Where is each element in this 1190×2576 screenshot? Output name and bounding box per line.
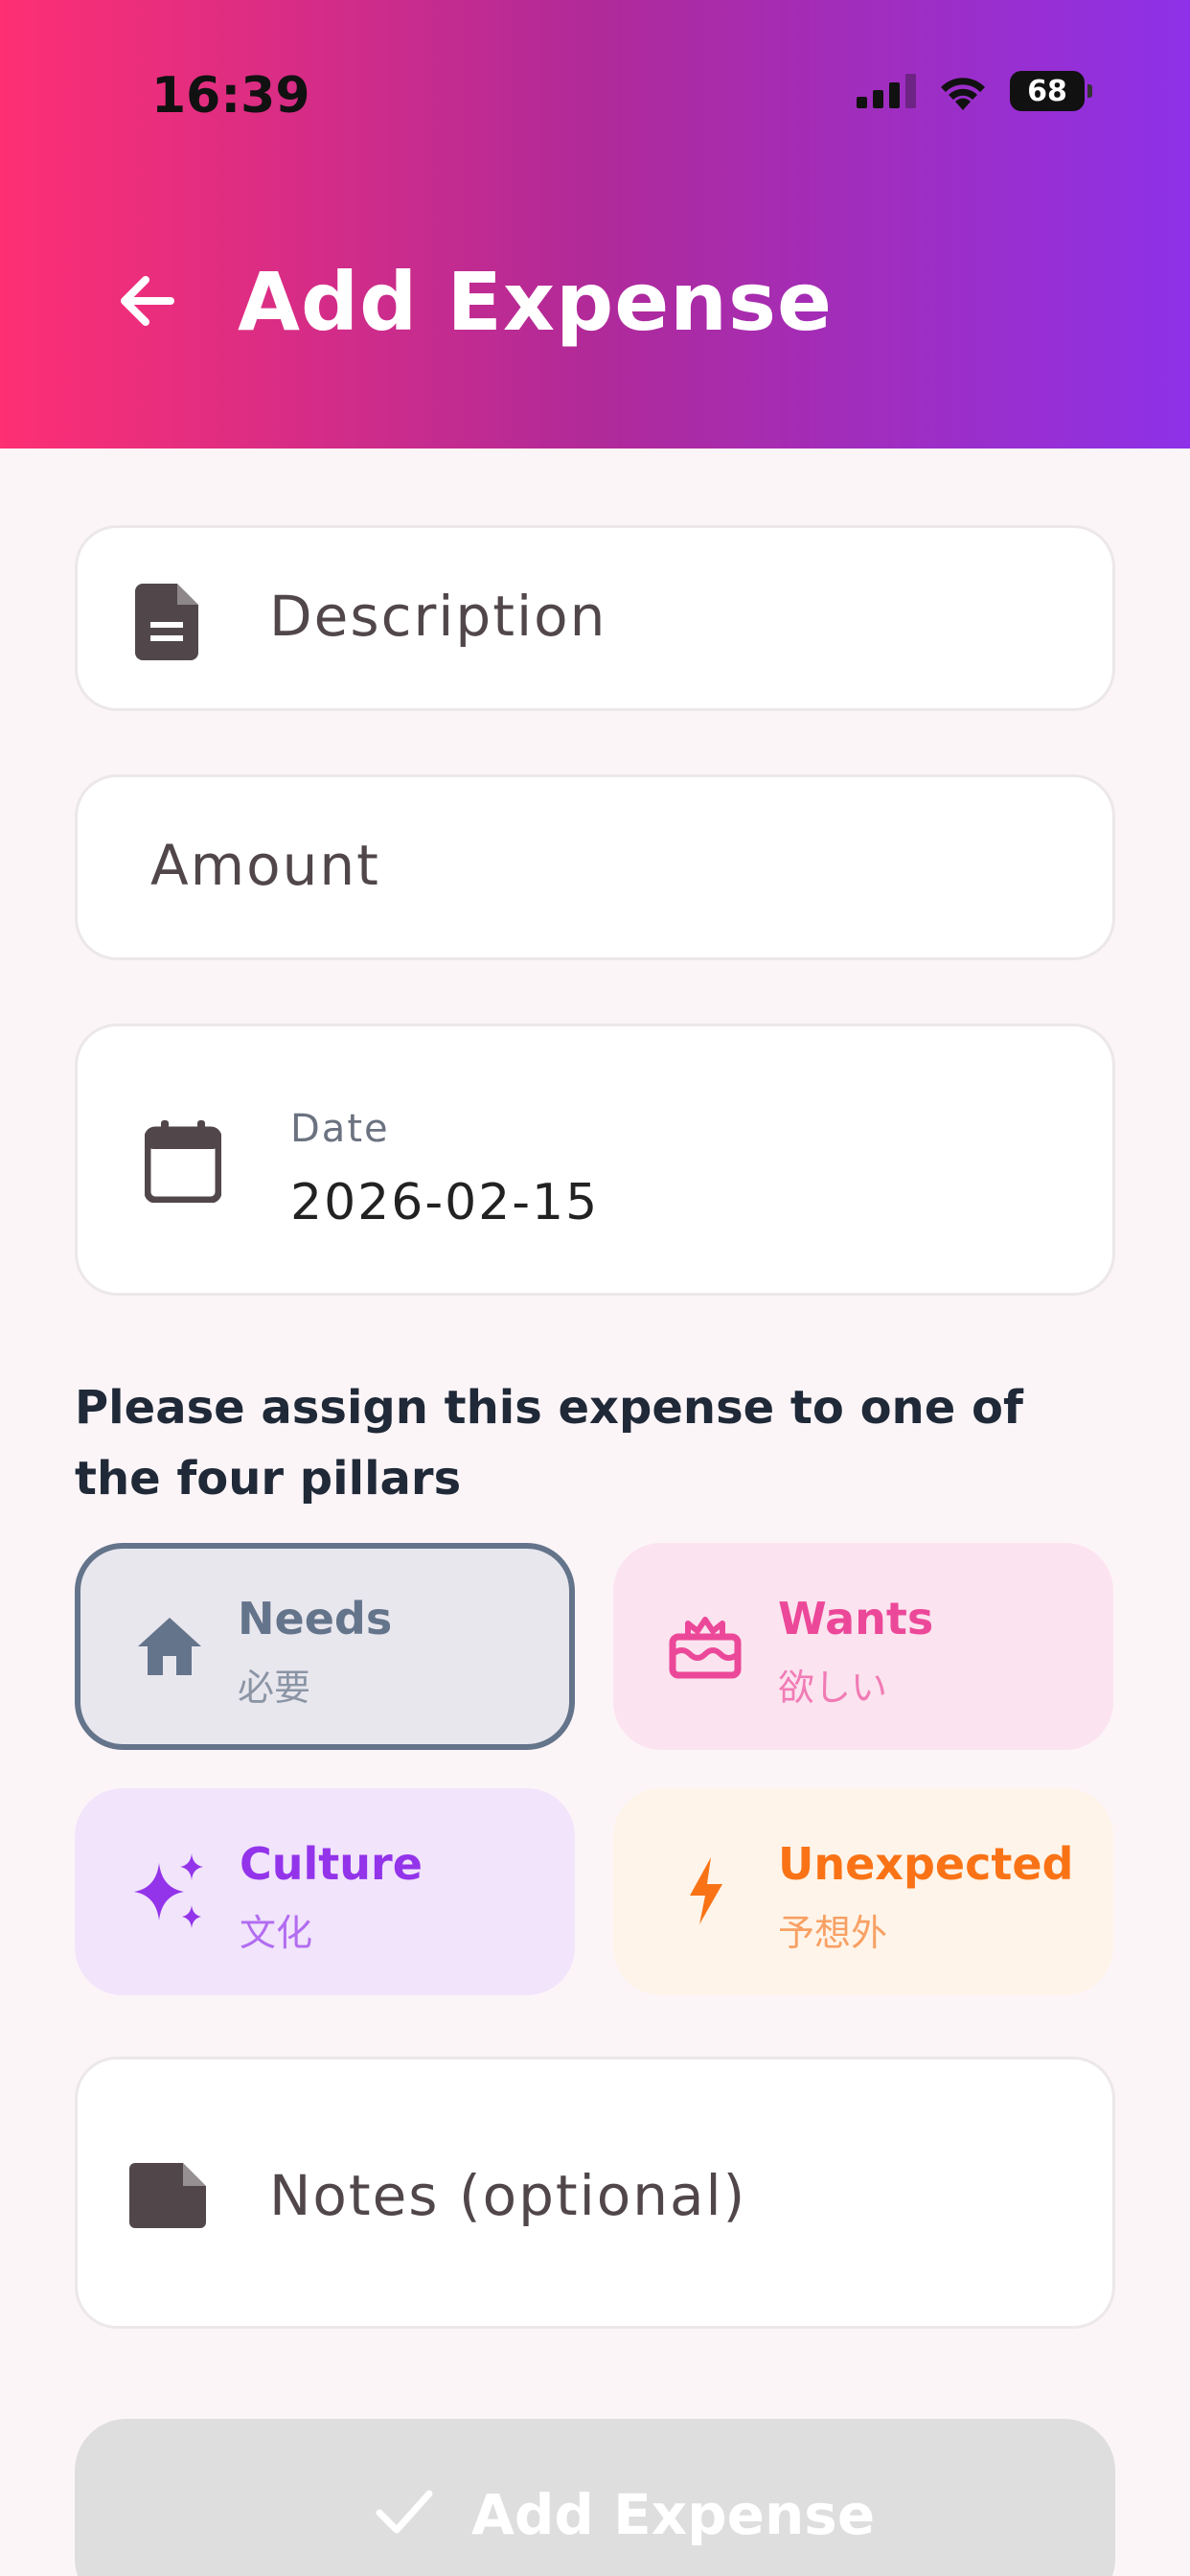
pillar-culture[interactable]: Culture 文化 xyxy=(75,1788,575,1995)
pillar-needs-name: Needs xyxy=(238,1593,393,1644)
notes-placeholder: Notes (optional) xyxy=(269,2163,747,2228)
date-label: Date xyxy=(290,1107,390,1151)
sparkles-icon xyxy=(134,1853,203,1928)
description-input[interactable]: Description xyxy=(75,525,1115,711)
pillar-culture-sub: 文化 xyxy=(240,1912,313,1954)
status-icons: 68 xyxy=(857,71,1092,111)
pillar-unexpected-sub: 予想外 xyxy=(778,1912,888,1954)
calendar-icon xyxy=(145,1120,221,1203)
pillars-prompt: Please assign this expense to one of the… xyxy=(75,1381,1023,1506)
status-time: 16:39 xyxy=(151,67,310,125)
wifi-icon xyxy=(941,78,985,110)
app-header: 16:39 68 Add Expense xyxy=(0,0,1190,448)
notes-input[interactable]: Notes (optional) xyxy=(75,2057,1115,2329)
pillar-needs[interactable]: Needs 必要 xyxy=(75,1543,575,1750)
pillar-unexpected[interactable]: Unexpected 予想外 xyxy=(613,1788,1113,1995)
pillar-wants[interactable]: Wants 欲しい xyxy=(613,1543,1113,1750)
battery-indicator: 68 xyxy=(1010,71,1092,111)
home-icon xyxy=(138,1618,201,1675)
lightning-icon xyxy=(690,1857,722,1924)
date-picker[interactable]: Date 2026-02-15 xyxy=(75,1024,1115,1296)
pillar-unexpected-name: Unexpected xyxy=(778,1838,1074,1890)
document-icon xyxy=(135,584,198,660)
pillar-wants-name: Wants xyxy=(778,1593,934,1644)
back-arrow-icon[interactable] xyxy=(113,266,182,335)
gift-cake-icon xyxy=(669,1617,742,1679)
amount-placeholder: Amount xyxy=(150,833,380,898)
page-title: Add Expense xyxy=(238,255,833,349)
add-expense-button[interactable]: Add Expense xyxy=(75,2419,1115,2576)
amount-input[interactable]: Amount xyxy=(75,774,1115,960)
checkmark-icon xyxy=(376,2490,433,2534)
note-icon xyxy=(129,2163,206,2228)
pillar-culture-name: Culture xyxy=(240,1838,423,1890)
pillar-needs-sub: 必要 xyxy=(238,1667,311,1709)
signal-icon xyxy=(857,74,916,108)
description-placeholder: Description xyxy=(269,584,607,649)
add-expense-label: Add Expense xyxy=(471,2482,876,2547)
date-value: 2026-02-15 xyxy=(290,1174,600,1231)
pillar-wants-sub: 欲しい xyxy=(778,1667,888,1709)
